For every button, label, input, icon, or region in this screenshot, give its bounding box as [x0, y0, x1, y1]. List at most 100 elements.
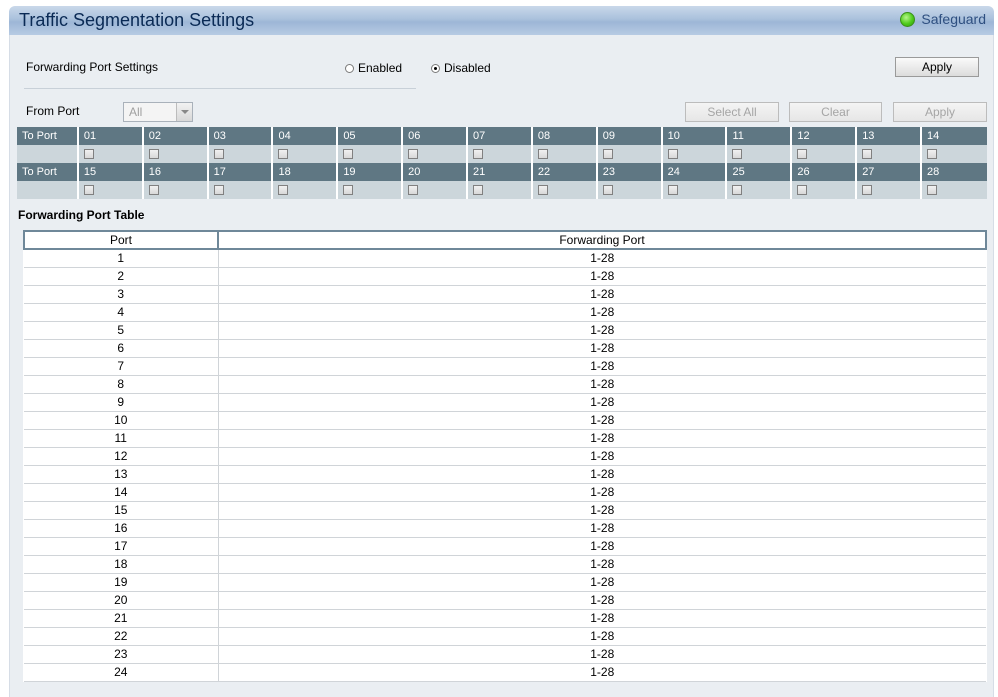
port-apply-button[interactable]: Apply: [893, 102, 987, 122]
port-cell: 7: [24, 357, 219, 376]
disabled-radio-option[interactable]: Disabled: [431, 61, 491, 75]
table-row: 10 1-28: [24, 411, 986, 430]
port-checkbox[interactable]: [83, 149, 94, 159]
forwarding-cell: 1-28: [218, 519, 986, 538]
select-all-button[interactable]: Select All: [685, 102, 779, 122]
port-number: 11: [727, 127, 793, 145]
port-cell: 17: [24, 537, 219, 556]
port-cell: 6: [24, 339, 219, 358]
port-checkbox[interactable]: [732, 185, 743, 195]
port-checkbox[interactable]: [473, 149, 484, 159]
port-checkbox[interactable]: [213, 185, 224, 195]
port-checkbox[interactable]: [797, 149, 808, 159]
forwarding-cell: 1-28: [218, 573, 986, 592]
table-row: 4 1-28: [24, 303, 986, 322]
port-checkbox[interactable]: [473, 185, 484, 195]
port-number: 27: [857, 163, 923, 181]
port-checkbox[interactable]: [408, 185, 419, 195]
forwarding-cell: 1-28: [218, 663, 986, 682]
disabled-radio[interactable]: [431, 63, 440, 73]
enabled-radio-option[interactable]: Enabled: [345, 61, 402, 75]
port-checkbox[interactable]: [343, 185, 354, 195]
port-checkbox[interactable]: [862, 149, 873, 159]
forwarding-cell: 1-28: [218, 645, 986, 664]
port-number: 03: [209, 127, 274, 145]
title-bar: Traffic Segmentation Settings Safeguard: [9, 6, 994, 35]
chevron-down-icon[interactable]: [176, 103, 192, 121]
port-number: 28: [927, 166, 940, 178]
port-checkbox[interactable]: [602, 185, 613, 195]
forwarding-cell: 1-28: [218, 375, 986, 394]
port-checkbox[interactable]: [148, 185, 159, 195]
port-number: 07: [468, 127, 533, 145]
table-row: 14 1-28: [24, 483, 986, 502]
port-cell: 5: [24, 321, 219, 340]
forwarding-apply-button[interactable]: Apply: [895, 57, 979, 77]
port-checkbox-cell: [857, 181, 923, 199]
port-number: 23: [598, 163, 663, 181]
port-cell: 14: [24, 483, 219, 502]
from-port-select[interactable]: All: [123, 102, 193, 122]
port-cell: 12: [24, 447, 219, 466]
page-title: Traffic Segmentation Settings: [19, 10, 255, 30]
port-checkbox[interactable]: [927, 149, 938, 159]
port-number: 06: [403, 127, 469, 145]
table-header-row: Port Forwarding Port: [23, 230, 987, 250]
port-checkbox[interactable]: [537, 185, 548, 195]
port-number: 04: [273, 127, 339, 145]
port-checkbox[interactable]: [602, 149, 613, 159]
port-cell: 16: [24, 519, 219, 538]
port-checkbox[interactable]: [732, 149, 743, 159]
table-row: 8 1-28: [24, 375, 986, 394]
table-row: 7 1-28: [24, 357, 986, 376]
port-checkbox[interactable]: [148, 149, 159, 159]
table-row: 16 1-28: [24, 519, 986, 538]
port-cell: 19: [24, 573, 219, 592]
port-checkbox[interactable]: [213, 149, 224, 159]
table-row: 20 1-28: [24, 591, 986, 610]
port-header-row: To Port 01 02 03 04 05 06 07 08 09 10 11…: [17, 127, 987, 145]
port-number: 19: [338, 163, 404, 181]
port-checkbox[interactable]: [343, 149, 354, 159]
clear-button[interactable]: Clear: [789, 102, 882, 122]
port-cell: 8: [24, 375, 219, 394]
port-checkbox[interactable]: [667, 149, 678, 159]
port-checkbox-cell: [144, 181, 209, 199]
table-row: 13 1-28: [24, 465, 986, 484]
port-checkbox-cell: [468, 181, 533, 199]
from-port-label: From Port: [26, 104, 80, 118]
port-cell: 21: [24, 609, 219, 628]
port-checkbox[interactable]: [83, 185, 94, 195]
forwarding-cell: 1-28: [218, 357, 986, 376]
table-row: 19 1-28: [24, 573, 986, 592]
port-checkbox[interactable]: [667, 185, 678, 195]
forwarding-cell: 1-28: [218, 591, 986, 610]
forwarding-port-column-header: Forwarding Port: [217, 230, 987, 250]
port-checkbox-cell: [727, 145, 793, 163]
safeguard-indicator[interactable]: Safeguard: [900, 11, 986, 27]
disabled-radio-label: Disabled: [444, 61, 491, 75]
spacer: [17, 181, 79, 199]
port-checkbox[interactable]: [278, 185, 289, 195]
port-cell: 11: [24, 429, 219, 448]
port-checkbox[interactable]: [408, 149, 419, 159]
port-cell: 4: [24, 303, 219, 322]
port-checkbox[interactable]: [862, 185, 873, 195]
enabled-radio[interactable]: [345, 63, 354, 73]
table-row: 6 1-28: [24, 339, 986, 358]
port-number: 18: [273, 163, 339, 181]
port-header-row: To Port 15 16 17 18 19 20 21 22 23 24 25…: [17, 163, 987, 181]
port-number: 17: [209, 163, 274, 181]
port-checkbox-cell: [79, 145, 144, 163]
port-checkbox[interactable]: [927, 185, 938, 195]
safeguard-label: Safeguard: [921, 11, 986, 27]
port-checkbox[interactable]: [797, 185, 808, 195]
port-checkbox-cell: [598, 145, 663, 163]
port-checkbox-cell: [338, 181, 404, 199]
port-number: 25: [727, 163, 793, 181]
port-checkbox[interactable]: [537, 149, 548, 159]
port-checkbox[interactable]: [278, 149, 289, 159]
forwarding-cell: 1-28: [218, 339, 986, 358]
port-number: 20: [403, 163, 469, 181]
port-number: 13: [857, 127, 923, 145]
